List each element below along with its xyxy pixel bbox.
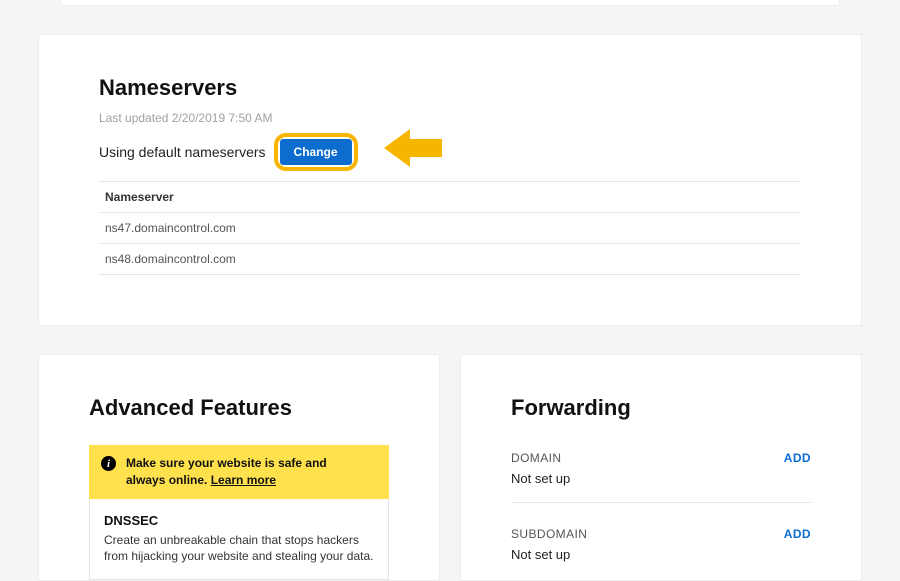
nameserver-table: Nameserver ns47.domaincontrol.com ns48.d… [99,181,801,275]
change-button[interactable]: Change [280,139,352,165]
forwarding-domain-label: DOMAIN [511,451,570,465]
forwarding-subdomain-value: Not set up [511,547,587,562]
advanced-features-title: Advanced Features [89,395,389,421]
alert-line1: Make sure your website is safe and [126,456,327,470]
table-row: ns48.domaincontrol.com [99,244,801,275]
alert-line2-pre: always online. [126,473,211,487]
forwarding-card: Forwarding DOMAIN Not set up ADD SUBDOMA… [460,354,862,581]
add-domain-button[interactable]: ADD [784,451,811,465]
advanced-features-card: Advanced Features i Make sure your websi… [38,354,440,581]
bottom-row: Advanced Features i Make sure your websi… [38,354,862,581]
nameservers-card: Nameservers Last updated 2/20/2019 7:50 … [38,34,862,326]
dnssec-panel: DNSSEC Create an unbreakable chain that … [89,499,389,581]
dnssec-description: Create an unbreakable chain that stops h… [104,532,374,566]
dnssec-heading: DNSSEC [104,513,374,528]
nameservers-title: Nameservers [99,75,801,101]
forwarding-subdomain-row: SUBDOMAIN Not set up ADD [511,521,811,578]
forwarding-domain-row: DOMAIN Not set up ADD [511,445,811,503]
info-icon: i [101,456,116,471]
change-button-highlight: Change [274,133,358,171]
forwarding-title: Forwarding [511,395,811,421]
forwarding-subdomain-label: SUBDOMAIN [511,527,587,541]
last-updated-text: Last updated 2/20/2019 7:50 AM [99,111,801,125]
nameserver-column-header: Nameserver [99,182,801,213]
table-row: ns47.domaincontrol.com [99,213,801,244]
alert-text: Make sure your website is safe and alway… [126,455,327,489]
forwarding-domain-value: Not set up [511,471,570,486]
using-default-text: Using default nameservers [99,144,266,160]
learn-more-link[interactable]: Learn more [211,473,276,487]
safety-alert: i Make sure your website is safe and alw… [89,445,389,499]
arrow-left-icon [384,127,442,174]
card-top-sliver [60,0,840,6]
add-subdomain-button[interactable]: ADD [784,527,811,541]
nameserver-status-row: Using default nameservers Change [99,133,801,171]
